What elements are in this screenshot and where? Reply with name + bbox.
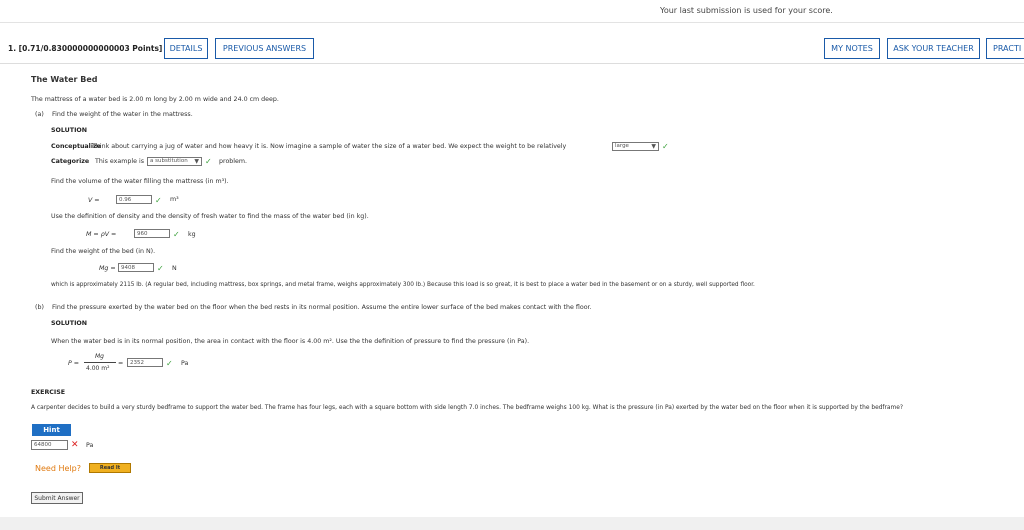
submission-note: Your last submission is used for your sc… bbox=[660, 6, 833, 15]
conceptualize-select-value: large bbox=[615, 143, 629, 149]
volume-prompt: Find the volume of the water filling the… bbox=[51, 178, 229, 185]
practice-button[interactable]: PRACTI bbox=[986, 38, 1024, 59]
exercise-answer-input[interactable]: 64800 bbox=[31, 440, 68, 450]
categorize-after: problem. bbox=[219, 158, 248, 165]
pressure-lhs: P = bbox=[68, 360, 80, 367]
details-button[interactable]: DETAILS bbox=[164, 38, 208, 59]
ask-teacher-button[interactable]: ASK YOUR TEACHER bbox=[887, 38, 980, 59]
chevron-down-icon: ▼ bbox=[651, 143, 656, 150]
part-a-prompt: Find the weight of the water in the matt… bbox=[52, 111, 193, 118]
categorize-select-value: a substitution bbox=[150, 158, 188, 164]
check-icon: ✓ bbox=[662, 142, 669, 151]
mass-prompt: Use the definition of density and the de… bbox=[51, 213, 369, 220]
read-it-button[interactable]: Read It bbox=[89, 463, 131, 473]
fraction-denominator: 4.00 m² bbox=[86, 365, 110, 372]
previous-answers-button[interactable]: PREVIOUS ANSWERS bbox=[215, 38, 314, 59]
weight-input[interactable]: 9408 bbox=[118, 263, 154, 272]
solution-label-b: SOLUTION bbox=[51, 320, 88, 327]
footer-bar bbox=[0, 517, 1024, 530]
question-panel bbox=[24, 64, 1024, 522]
volume-lhs: V = bbox=[88, 197, 100, 204]
mass-unit: kg bbox=[188, 231, 196, 238]
check-icon: ✓ bbox=[205, 157, 212, 166]
exercise-answer-unit: Pa bbox=[86, 442, 94, 449]
chevron-down-icon: ▼ bbox=[194, 158, 199, 165]
mass-lhs: M = ρV = bbox=[86, 231, 117, 238]
categorize-text: This example is bbox=[95, 158, 145, 165]
pressure-input[interactable]: 2352 bbox=[127, 358, 163, 367]
cross-icon: ✕ bbox=[71, 440, 79, 450]
my-notes-button[interactable]: MY NOTES bbox=[824, 38, 880, 59]
pressure-unit: Pa bbox=[181, 360, 189, 367]
hint-button[interactable]: Hint bbox=[32, 424, 71, 436]
conceptualize-text: Think about carrying a jug of water and … bbox=[92, 143, 567, 150]
check-icon: ✓ bbox=[157, 264, 164, 273]
volume-input[interactable]: 0.96 bbox=[116, 195, 152, 204]
volume-unit: m³ bbox=[170, 196, 179, 203]
divider bbox=[0, 22, 1024, 23]
weight-lhs: Mg = bbox=[99, 265, 116, 272]
exercise-text: A carpenter decides to build a very stur… bbox=[31, 405, 904, 411]
check-icon: ✓ bbox=[173, 230, 180, 239]
exercise-label: EXERCISE bbox=[31, 389, 66, 396]
need-help-label: Need Help? bbox=[35, 464, 81, 473]
check-icon: ✓ bbox=[166, 359, 173, 368]
fraction-line bbox=[84, 362, 116, 363]
categorize-select[interactable]: a substitution ▼ bbox=[147, 157, 202, 166]
part-b-label: (b) bbox=[35, 304, 44, 311]
check-icon: ✓ bbox=[155, 196, 162, 205]
question-intro: The mattress of a water bed is 2.00 m lo… bbox=[31, 96, 279, 103]
weight-note: which is approximately 2115 lb. (A regul… bbox=[51, 282, 755, 288]
weight-unit: N bbox=[172, 265, 177, 272]
mass-input[interactable]: 960 bbox=[134, 229, 170, 238]
fraction-numerator: Mg bbox=[95, 353, 104, 360]
question-number-points: 1. [0.71/0.830000000000003 Points] bbox=[8, 44, 163, 53]
weight-prompt: Find the weight of the bed (in N). bbox=[51, 248, 156, 255]
submit-answer-button[interactable]: Submit Answer bbox=[31, 492, 83, 504]
question-title: The Water Bed bbox=[31, 75, 98, 84]
conceptualize-select[interactable]: large ▼ bbox=[612, 142, 659, 151]
equals-sign: = bbox=[118, 360, 124, 367]
solution-label-a: SOLUTION bbox=[51, 127, 88, 134]
part-a-label: (a) bbox=[35, 111, 44, 118]
pressure-solution-text: When the water bed is in its normal posi… bbox=[51, 338, 530, 345]
part-b-prompt: Find the pressure exerted by the water b… bbox=[52, 304, 592, 311]
categorize-label: Categorize bbox=[51, 158, 90, 165]
